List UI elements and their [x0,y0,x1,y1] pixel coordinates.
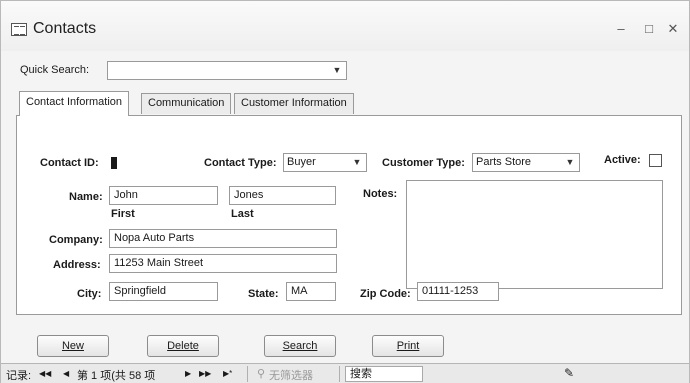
city-field[interactable]: Springfield [109,282,218,301]
quick-search-combo[interactable]: ▼ [107,61,347,80]
last-name-field[interactable]: Jones [229,186,336,205]
company-field[interactable]: Nopa Auto Parts [109,229,337,248]
state-label: State: [248,288,279,300]
active-checkbox[interactable] [649,154,662,167]
filter-icon: ⚲ [257,368,266,380]
active-label: Active: [604,154,641,166]
maximize-icon[interactable]: □ [641,21,657,36]
state-field[interactable]: MA [286,282,336,301]
window-title: Contacts [33,20,97,37]
search-button[interactable]: Search [264,335,336,357]
contact-id-value [111,157,117,169]
new-button[interactable]: New [37,335,109,357]
last-record-icon[interactable]: ▶▶ [199,369,211,378]
tab-contact-information[interactable]: Contact Information [19,91,129,116]
first-name-field[interactable]: John [109,186,218,205]
quick-search-label: Quick Search: [20,64,90,76]
customer-type-value: Parts Store [476,156,532,168]
next-record-icon[interactable]: ▶ [185,369,191,378]
customer-type-select[interactable]: Parts Store ▼ [472,153,580,172]
minimize-icon[interactable]: – [613,21,629,36]
tab-customer-information[interactable]: Customer Information [234,93,354,114]
separator [339,366,340,382]
form-icon [11,23,27,36]
contact-type-value: Buyer [287,156,316,168]
no-filter-label[interactable]: 无筛选器 [269,367,313,383]
address-field[interactable]: 11253 Main Street [109,254,337,273]
chevron-down-icon[interactable]: ▼ [350,156,364,169]
city-label: City: [77,288,102,300]
last-caption: Last [231,208,254,220]
navbar-search-field[interactable]: 搜索 [345,366,423,382]
record-label: 记录: [6,370,32,382]
record-position[interactable]: 第 1 项(共 58 项 [77,367,155,383]
zip-code-field[interactable]: 01111-1253 [417,282,499,301]
tab-communication[interactable]: Communication [141,93,232,114]
previous-record-icon[interactable]: ◀ [63,369,69,378]
address-label: Address: [53,259,101,271]
delete-button[interactable]: Delete [147,335,219,357]
record-navigation-bar: 记录: ◀◀ ◀ 第 1 项(共 58 项 ▶ ▶▶ ▶* ⚲ 无筛选器 搜索 … [1,363,689,383]
first-record-icon[interactable]: ◀◀ [39,369,51,378]
first-caption: First [111,208,135,220]
customer-type-label: Customer Type: [382,157,465,169]
new-record-icon[interactable]: ▶* [223,369,232,378]
resize-grip-icon[interactable]: ✎ [564,366,574,380]
contact-type-label: Contact Type: [204,157,277,169]
chevron-down-icon[interactable]: ▼ [563,156,577,169]
separator [247,366,248,382]
contact-id-label: Contact ID: [40,157,99,169]
zip-code-label: Zip Code: [360,288,411,300]
contacts-window: Contacts – □ ✕ Quick Search: ▼ Contact I… [0,0,690,383]
tab-panel: Contact ID: Contact Type: Buyer ▼ Custom… [16,115,682,315]
close-icon[interactable]: ✕ [665,21,681,37]
chevron-down-icon[interactable]: ▼ [330,64,344,77]
company-label: Company: [49,234,103,246]
title-bar: Contacts – □ ✕ [1,1,689,51]
notes-label: Notes: [363,188,398,200]
contact-type-select[interactable]: Buyer ▼ [283,153,367,172]
print-button[interactable]: Print [372,335,444,357]
name-label: Name: [69,191,103,203]
notes-field[interactable] [406,180,663,289]
